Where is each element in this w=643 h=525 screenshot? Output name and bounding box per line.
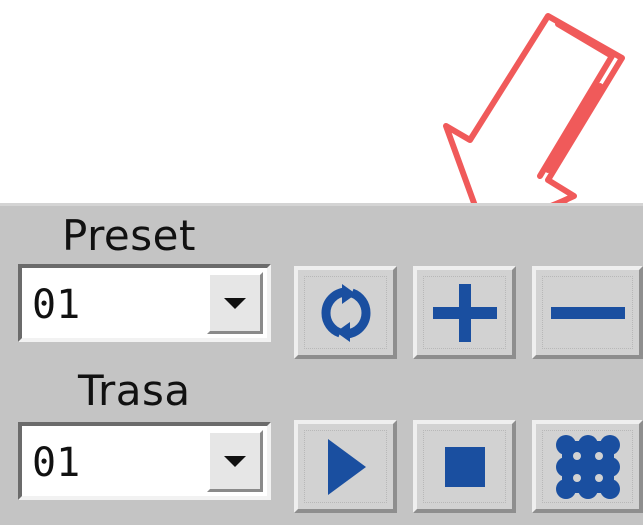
trasa-stop-button[interactable] bbox=[413, 420, 516, 513]
trasa-label: Trasa bbox=[78, 366, 191, 415]
preset-add-button[interactable] bbox=[413, 266, 516, 359]
grid-icon bbox=[555, 434, 620, 499]
trasa-dropdown-button[interactable] bbox=[207, 430, 263, 492]
trasa-grid-button[interactable] bbox=[532, 420, 643, 513]
trasa-select-value: 01 bbox=[32, 440, 81, 486]
chevron-down-icon bbox=[224, 455, 246, 467]
trasa-select[interactable]: 01 bbox=[18, 422, 271, 500]
ptz-control-panel: Preset 01 Trasa 01 bbox=[0, 203, 643, 525]
minus-icon bbox=[550, 306, 625, 319]
trasa-play-button[interactable] bbox=[294, 420, 397, 513]
preset-refresh-button[interactable] bbox=[294, 266, 397, 359]
plus-icon bbox=[432, 283, 497, 342]
refresh-icon bbox=[320, 283, 371, 342]
play-icon bbox=[327, 438, 366, 495]
preset-select-value: 01 bbox=[32, 282, 81, 328]
chevron-down-icon bbox=[224, 297, 246, 309]
preset-label: Preset bbox=[62, 211, 196, 260]
preset-dropdown-button[interactable] bbox=[207, 272, 263, 334]
preset-remove-button[interactable] bbox=[532, 266, 643, 359]
stop-icon bbox=[444, 446, 485, 487]
preset-select[interactable]: 01 bbox=[18, 264, 271, 342]
